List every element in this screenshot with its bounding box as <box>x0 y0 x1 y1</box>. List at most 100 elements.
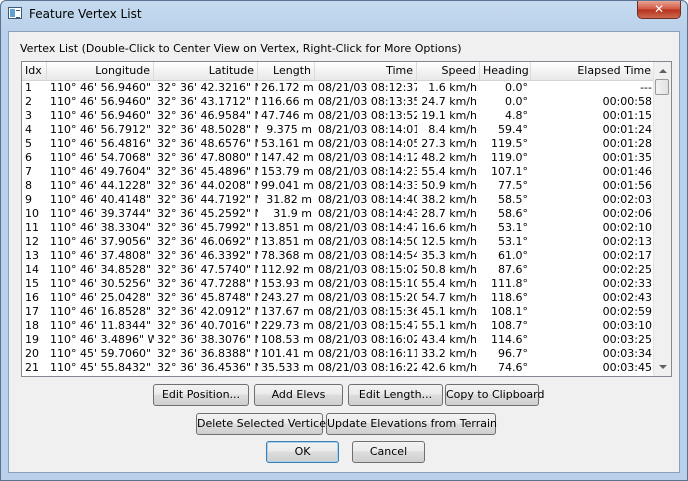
column-header-length[interactable]: Length <box>258 62 315 80</box>
delete-selected-vertices-button[interactable]: Delete Selected Vertices <box>196 413 332 435</box>
cell-heading: 74.6° <box>498 361 528 374</box>
table-row[interactable]: 12 110° 46' 37.9056" W 32° 36' 46.0692" N1… <box>22 235 655 249</box>
cell-heading: 96.7° <box>498 347 528 360</box>
table-row[interactable]: 8 110° 46' 44.1228" W 32° 36' 44.0208" N 99… <box>22 179 655 193</box>
scroll-down-button[interactable] <box>655 359 670 375</box>
ok-button[interactable]: OK <box>266 441 339 463</box>
cell-speed: 42.6 km/h <box>421 361 477 374</box>
cell-heading: 59.4° <box>498 123 528 136</box>
cell-time: 08/21/03 08:14:05 <box>318 137 417 150</box>
cell-latitude: 32° 36' 47.8080" N <box>157 151 258 164</box>
cell-latitude: 32° 36' 47.5740" N <box>157 263 258 276</box>
cell-idx: 10 <box>25 207 39 220</box>
edit-length-button[interactable]: Edit Length... <box>348 384 443 406</box>
cell-speed: 8.4 km/h <box>428 123 477 136</box>
cell-time: 08/21/03 08:15:20 <box>318 291 417 304</box>
table-row[interactable]: 7 110° 46' 49.7604" W 32° 36' 45.4896" N 15… <box>22 165 655 179</box>
table-row[interactable]: 16 110° 46' 25.0428" W 32° 36' 45.8748" N2… <box>22 291 655 305</box>
scroll-up-button[interactable] <box>655 63 670 79</box>
window-title: Feature Vertex List <box>29 7 142 21</box>
scroll-thumb[interactable] <box>655 79 669 95</box>
cell-time: 08/21/03 08:14:54 <box>318 249 417 262</box>
table-row[interactable]: 21 110° 45' 55.8432" W 32° 36' 36.4536" N3… <box>22 361 655 375</box>
cell-speed: 43.4 km/h <box>421 333 477 346</box>
column-header-speed[interactable]: Speed <box>417 62 480 80</box>
update-elevations-button[interactable]: Update Elevations from Terrain <box>326 413 497 435</box>
cell-length: 101.41 m <box>261 347 314 360</box>
cell-heading: 77.5° <box>498 179 528 192</box>
copy-to-clipboard-button[interactable]: Copy to Clipboard <box>445 384 544 406</box>
table-row[interactable]: 14 110° 46' 34.8528" W 32° 36' 47.5740" N1… <box>22 263 655 277</box>
table-row[interactable]: 9 110° 46' 40.4148" W 32° 36' 44.7192" N 31… <box>22 193 655 207</box>
cell-time: 08/21/03 08:14:50 <box>318 235 417 248</box>
title-bar[interactable]: Feature Vertex List ✕ <box>1 1 687 27</box>
table-row[interactable]: 3 110° 46' 56.9460" W 32° 36' 46.9584" N 47… <box>22 109 655 123</box>
cell-longitude: 110° 45' 55.8432" W <box>50 361 154 374</box>
table-row[interactable]: 11 110° 46' 38.3304" W 32° 36' 45.7992" N1… <box>22 221 655 235</box>
cell-length: 53.161 m <box>261 137 314 150</box>
table-row[interactable]: 1 110° 46' 56.9460" W 32° 36' 42.3216" N 26… <box>22 81 655 95</box>
cell-idx: 12 <box>25 235 39 248</box>
column-header-idx[interactable]: Idx <box>22 62 47 80</box>
cell-longitude: 110° 46' 30.5256" W <box>50 277 154 290</box>
cell-speed: 1.6 km/h <box>428 81 477 94</box>
cell-idx: 19 <box>25 333 39 346</box>
cell-speed: 50.8 km/h <box>421 263 477 276</box>
cell-speed: 16.6 km/h <box>421 221 477 234</box>
cell-elapsed-time: 00:02:25 <box>602 263 652 276</box>
cell-latitude: 32° 36' 43.1712" N <box>157 95 258 108</box>
cell-elapsed-time: 00:02:06 <box>602 207 652 220</box>
cell-time: 08/21/03 08:16:02 <box>318 333 417 346</box>
cell-longitude: 110° 46' 34.8528" W <box>50 263 154 276</box>
cell-elapsed-time: 00:01:35 <box>602 151 652 164</box>
cell-idx: 17 <box>25 305 39 318</box>
cell-elapsed-time: 00:01:15 <box>602 109 652 122</box>
table-row[interactable]: 20 110° 45' 59.7060" W 32° 36' 36.8388" N1… <box>22 347 655 361</box>
cell-speed: 28.7 km/h <box>421 207 477 220</box>
edit-position-button[interactable]: Edit Position... <box>153 384 249 406</box>
add-elevs-button[interactable]: Add Elevs <box>254 384 343 406</box>
cell-idx: 7 <box>25 165 32 178</box>
table-row[interactable]: 19 110° 46' 3.4896" W 32° 36' 38.3076" N 10… <box>22 333 655 347</box>
cell-longitude: 110° 46' 37.4808" W <box>50 249 154 262</box>
cell-heading: 107.1° <box>491 165 528 178</box>
column-header-latitude[interactable]: Latitude <box>154 62 258 80</box>
cell-time: 08/21/03 08:16:11 <box>318 347 417 360</box>
cell-heading: 58.6° <box>498 207 528 220</box>
column-header-longitude[interactable]: Longitude <box>47 62 154 80</box>
cell-longitude: 110° 46' 54.7068" W <box>50 151 154 164</box>
table-row[interactable]: 6 110° 46' 54.7068" W 32° 36' 47.8080" N 14… <box>22 151 655 165</box>
cell-speed: 50.9 km/h <box>421 179 477 192</box>
table-row[interactable]: 5 110° 46' 56.4816" W 32° 36' 48.6576" N 53… <box>22 137 655 151</box>
cell-speed: 54.7 km/h <box>421 291 477 304</box>
vertex-list[interactable]: Idx Longitude Latitude Length Time Speed… <box>21 61 672 377</box>
cell-heading: 0.0° <box>505 81 528 94</box>
cell-time: 08/21/03 08:13:35 <box>318 95 417 108</box>
table-row[interactable]: 18 110° 46' 11.8344" W 32° 36' 40.7016" N2… <box>22 319 655 333</box>
cell-latitude: 32° 36' 40.7016" N <box>157 319 258 332</box>
vertical-scrollbar[interactable] <box>653 62 671 376</box>
table-row[interactable]: 17 110° 46' 16.8528" W 32° 36' 42.0912" N1… <box>22 305 655 319</box>
column-header-heading[interactable]: Heading <box>480 62 531 80</box>
cell-longitude: 110° 46' 25.0428" W <box>50 291 154 304</box>
cancel-button[interactable]: Cancel <box>352 441 425 463</box>
cell-latitude: 32° 36' 45.4896" N <box>157 165 258 178</box>
cell-length: 137.67 m <box>261 305 314 318</box>
table-row[interactable]: 2 110° 46' 56.9460" W 32° 36' 43.1712" N 11… <box>22 95 655 109</box>
cell-longitude: 110° 46' 56.9460" W <box>50 109 154 122</box>
cell-speed: 24.7 km/h <box>421 95 477 108</box>
cell-time: 08/21/03 08:15:02 <box>318 263 417 276</box>
column-header-elapsed-time[interactable]: Elapsed Time <box>531 62 655 80</box>
table-row[interactable]: 13 110° 46' 37.4808" W 32° 36' 46.3392" N7… <box>22 249 655 263</box>
table-row[interactable]: 10 110° 46' 39.3744" W 32° 36' 45.2592" N 3… <box>22 207 655 221</box>
cell-elapsed-time: 00:02:13 <box>602 235 652 248</box>
cell-speed: 45.1 km/h <box>421 305 477 318</box>
table-row[interactable]: 4 110° 46' 56.7912" W 32° 36' 48.5028" N 9.… <box>22 123 655 137</box>
close-button[interactable]: ✕ <box>637 1 681 19</box>
cell-time: 08/21/03 08:16:22 <box>318 361 417 374</box>
cell-heading: 87.6° <box>498 263 528 276</box>
cell-idx: 8 <box>25 179 32 192</box>
column-header-time[interactable]: Time <box>315 62 417 80</box>
cell-latitude: 32° 36' 38.3076" N <box>157 333 258 346</box>
table-row[interactable]: 15 110° 46' 30.5256" W 32° 36' 47.7288" N1… <box>22 277 655 291</box>
